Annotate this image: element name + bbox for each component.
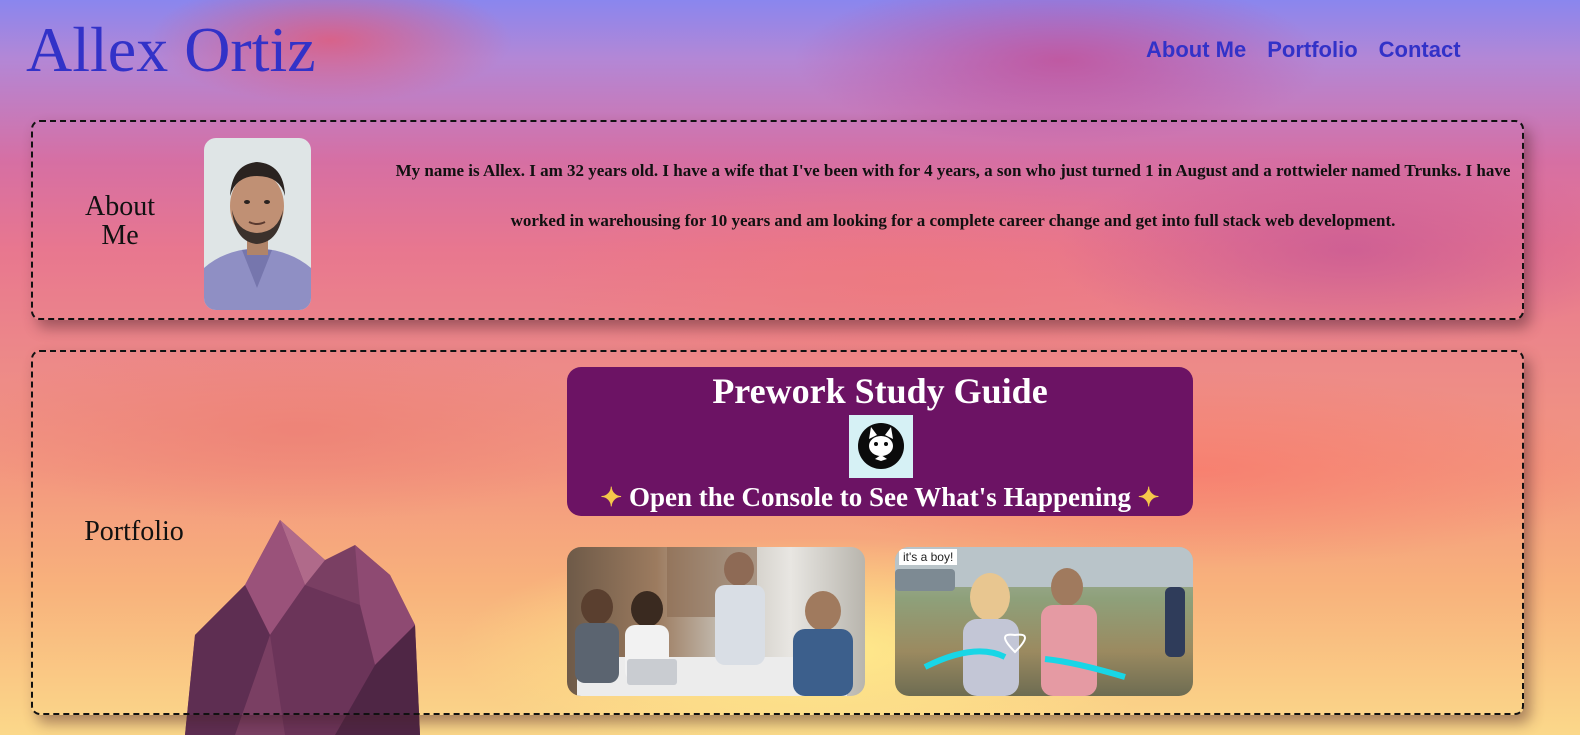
profile-portrait-image [204,138,311,310]
photo-caption: it's a boy! [899,549,958,565]
about-bio-text: My name is Allex. I am 32 years old. I h… [395,161,1511,230]
sparkle-icon: ✦ [1137,483,1160,512]
nav-about-me-link[interactable]: About Me [1146,36,1246,64]
portfolio-heading: Portfolio [84,516,184,547]
sparkle-icon: ✦ [600,483,623,512]
project-title: Prework Study Guide [712,371,1048,411]
site-header: Allex Ortiz About Me Portfolio Contact [0,0,1580,110]
about-section: About Me My name is Allex. I am 32 years… [31,120,1524,320]
project-card-gender-reveal[interactable]: it's a boy! [895,547,1193,696]
project-subtitle-text: Open the Console to See What's Happening [628,482,1132,512]
project-card-prework-study-guide[interactable]: Prework Study Guide ✦ Open the Console t… [567,367,1193,516]
site-title: Allex Ortiz [26,14,316,85]
cat-logo-icon [849,415,913,478]
project-card-team-meeting[interactable] [567,547,865,696]
profile-photo [204,138,311,310]
gender-reveal-photo [895,547,1193,696]
team-meeting-photo [575,547,853,696]
nav-contact-link[interactable]: Contact [1379,36,1461,64]
portfolio-section: Portfolio Prework Study Guide ✦ Open the… [31,350,1524,715]
project-subtitle: ✦ Open the Console to See What's Happeni… [567,481,1193,514]
main-nav: About Me Portfolio Contact [1146,36,1461,64]
about-heading: About Me [85,191,155,251]
nav-portfolio-link[interactable]: Portfolio [1267,36,1357,64]
